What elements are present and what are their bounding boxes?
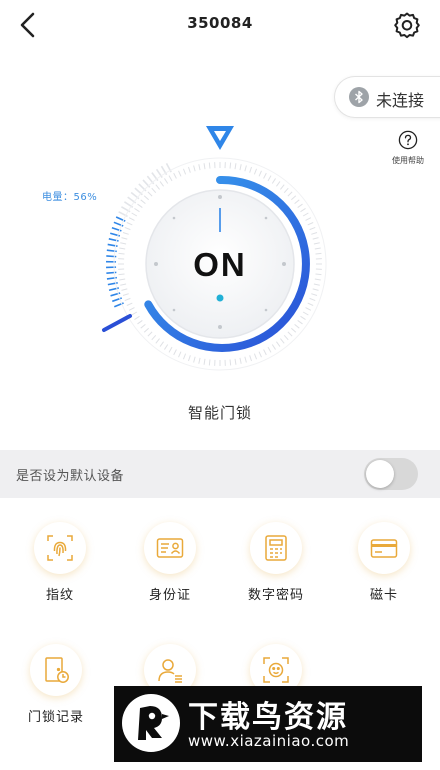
fingerprint-icon: [34, 522, 86, 574]
bluetooth-icon: [349, 87, 369, 107]
default-device-label: 是否设为默认设备: [16, 469, 125, 484]
function-magnetic-card[interactable]: 磁卡: [334, 522, 434, 622]
function-label: 指纹: [45, 588, 74, 603]
watermark-url: www.xiazainiao.com: [188, 732, 350, 750]
function-fingerprint[interactable]: 指纹: [10, 522, 110, 622]
card-icon: [358, 522, 410, 574]
function-label: 数字密码: [247, 588, 304, 603]
function-pin-code[interactable]: 数字密码: [226, 522, 326, 622]
function-label: 门锁记录: [27, 710, 84, 725]
keypad-icon: [250, 522, 302, 574]
connection-status-button[interactable]: 未连接: [334, 76, 440, 118]
door-record-icon: [30, 644, 82, 696]
gear-icon[interactable]: [392, 10, 422, 40]
function-lock-records[interactable]: 门锁记录: [6, 644, 106, 744]
battery-indicator-needle: [102, 314, 132, 332]
function-label: 身份证: [148, 588, 191, 603]
toggle-knob: [366, 460, 394, 488]
id-card-icon: [144, 522, 196, 574]
page-title: 350084: [187, 14, 253, 32]
lock-status-text: ON: [193, 246, 247, 283]
function-id-card[interactable]: 身份证: [120, 522, 220, 622]
watermark-title: 下载鸟资源: [188, 700, 348, 735]
connection-status-label: 未连接: [376, 91, 425, 110]
header-bar: 350084: [0, 0, 440, 50]
watermark-banner: 下载鸟资源 www.xiazainiao.com: [114, 686, 422, 762]
device-name-label: 智能门锁: [187, 404, 252, 422]
default-device-row: 是否设为默认设备: [0, 450, 440, 498]
watermark-bird-logo: [122, 694, 180, 752]
default-device-toggle[interactable]: [364, 458, 418, 490]
lock-status-gauge: ON: [102, 126, 327, 371]
function-label: 磁卡: [369, 588, 398, 603]
